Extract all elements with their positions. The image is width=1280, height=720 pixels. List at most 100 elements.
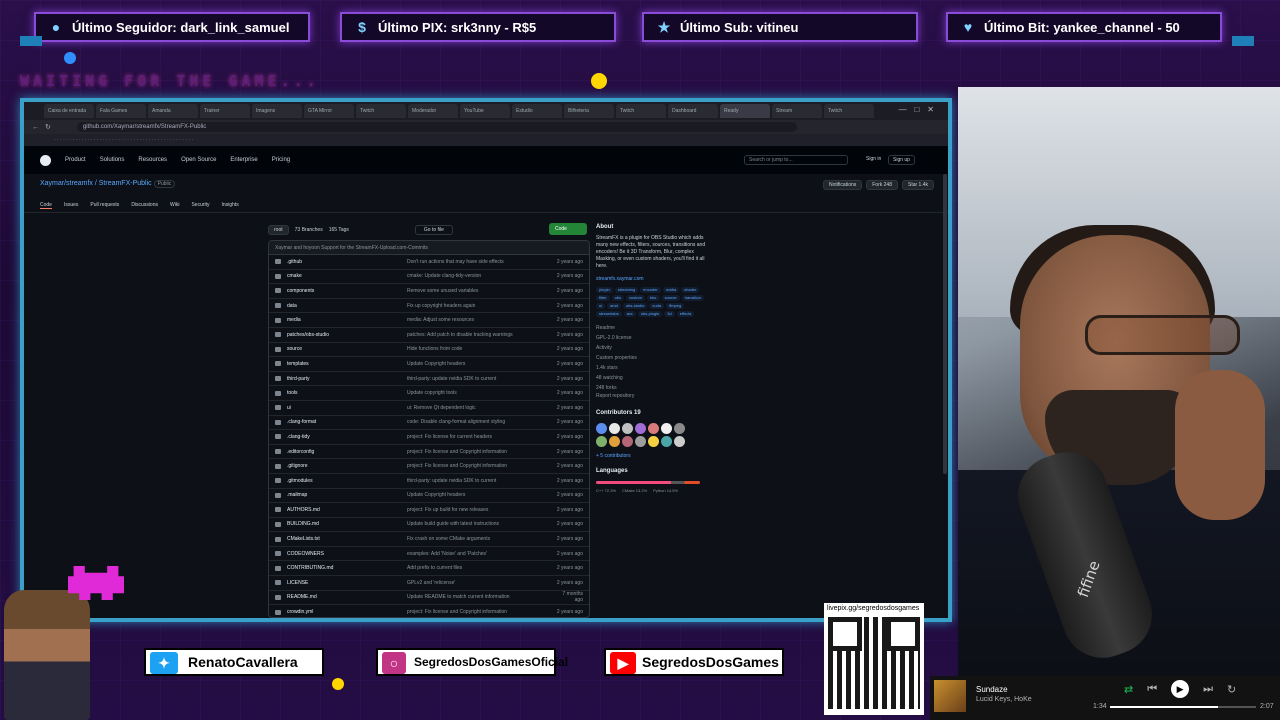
browser-tab[interactable]: Imagens: [252, 104, 302, 118]
file-name[interactable]: CONTRIBUTING.md: [287, 565, 407, 571]
browser-tab[interactable]: Estudio: [512, 104, 562, 118]
progress-bar[interactable]: [1110, 706, 1256, 708]
commit-message[interactable]: Hide functions from code: [407, 346, 553, 352]
browser-tab[interactable]: Stream: [772, 104, 822, 118]
nav-open-source[interactable]: Open Source: [181, 157, 216, 163]
topic-tag[interactable]: 3d: [664, 311, 675, 317]
tab-discussions[interactable]: Discussions: [131, 202, 158, 209]
tab-code[interactable]: Code: [40, 202, 52, 209]
commit-message[interactable]: examples: Add 'Noise' and 'Patches': [407, 551, 553, 557]
file-row[interactable]: media media: Adjust some resources 2 years…: [269, 313, 589, 328]
browser-tab[interactable]: Dashboard: [668, 104, 718, 118]
file-name[interactable]: .github: [287, 259, 407, 265]
commit-message[interactable]: Update README to match current informati…: [407, 594, 553, 600]
file-name[interactable]: .mailmap: [287, 492, 407, 498]
browser-tab[interactable]: GTA Mirror: [304, 104, 354, 118]
commit-message[interactable]: GPLv2 and 'relicense': [407, 580, 553, 586]
browser-tab-active[interactable]: Ready: [720, 104, 770, 118]
file-name[interactable]: templates: [287, 361, 407, 367]
topic-tag[interactable]: nvidia: [662, 287, 680, 293]
commit-message[interactable]: Don't run actions that may have side eff…: [407, 259, 553, 265]
file-name[interactable]: CODEOWNERS: [287, 551, 407, 557]
file-name[interactable]: CMakeLists.txt: [287, 536, 407, 542]
page-scrollbar[interactable]: [943, 174, 947, 474]
tab-issues[interactable]: Issues: [64, 202, 78, 209]
file-row[interactable]: templates Update Copyright headers 2 years…: [269, 357, 589, 372]
commit-message[interactable]: third-party: update nvidia SDK to curren…: [407, 376, 553, 382]
file-row[interactable]: tools Update copyright tools 2 years ago: [269, 386, 589, 401]
topic-tag[interactable]: shader: [681, 287, 700, 293]
file-name[interactable]: tools: [287, 390, 407, 396]
tab-pull-requests[interactable]: Pull requests: [90, 202, 119, 209]
contributor-avatar[interactable]: [609, 423, 620, 434]
topic-tag[interactable]: cuda: [649, 303, 665, 309]
topic-tag[interactable]: streamlabs: [596, 311, 622, 317]
topic-tag[interactable]: ffmpeg: [666, 303, 685, 309]
browser-tab[interactable]: Twitch: [356, 104, 406, 118]
file-name[interactable]: media: [287, 317, 407, 323]
file-name[interactable]: third-party: [287, 376, 407, 382]
browser-tab[interactable]: Twitch: [824, 104, 874, 118]
commit-message[interactable]: Update Copyright headers: [407, 492, 553, 498]
nav-solutions[interactable]: Solutions: [100, 157, 125, 163]
file-row[interactable]: third-party third-party: update nvidia SD…: [269, 372, 589, 387]
browser-tab[interactable]: Moderador: [408, 104, 458, 118]
commit-message[interactable]: project: Fix license for current headers: [407, 434, 553, 440]
more-contributors-link[interactable]: + 5 contributors: [596, 453, 706, 460]
fork-button[interactable]: Fork 248: [866, 180, 898, 190]
file-name[interactable]: data: [287, 303, 407, 309]
browser-tab[interactable]: Bilheteria: [564, 104, 614, 118]
file-name[interactable]: .clang-format: [287, 419, 407, 425]
commit-message[interactable]: project: Fix license and Copyright infor…: [407, 463, 553, 469]
commit-message[interactable]: project: Fix license and Copyright infor…: [407, 449, 553, 455]
repeat-icon[interactable]: ↻: [1227, 683, 1236, 696]
topic-tag[interactable]: obs-plugin: [637, 311, 663, 317]
commit-message[interactable]: Fix up copyright headers again: [407, 303, 553, 309]
repo-meta-item[interactable]: Readme: [596, 323, 706, 333]
file-name[interactable]: AUTHORS.md: [287, 507, 407, 513]
contributor-avatar[interactable]: [609, 436, 620, 447]
browser-tab[interactable]: YouTube: [460, 104, 510, 118]
window-controls[interactable]: —□✕: [898, 105, 942, 114]
notifications-button[interactable]: Notifications: [823, 180, 863, 190]
topic-tag[interactable]: encoder: [640, 287, 661, 293]
topic-tag[interactable]: avc: [623, 311, 636, 317]
file-name[interactable]: README.md: [287, 594, 407, 600]
contributor-avatar[interactable]: [674, 423, 685, 434]
contributor-avatar[interactable]: [661, 423, 672, 434]
contributor-avatar[interactable]: [622, 436, 633, 447]
repo-meta-item[interactable]: GPL-2.0 license: [596, 333, 706, 343]
commit-message[interactable]: Add prefix to current files: [407, 565, 553, 571]
go-to-file-input[interactable]: Go to file: [414, 225, 453, 235]
reload-icon[interactable]: ↻: [45, 123, 51, 131]
contributor-avatar[interactable]: [674, 436, 685, 447]
commit-message[interactable]: project: Fix up build for new releases: [407, 507, 553, 513]
contributor-avatar[interactable]: [596, 423, 607, 434]
github-search-input[interactable]: Search or jump to...: [744, 155, 848, 165]
commit-message[interactable]: Update copyright tools: [407, 390, 553, 396]
file-name[interactable]: .editorconfig: [287, 449, 407, 455]
topic-tag[interactable]: source: [661, 295, 680, 301]
commit-message[interactable]: project: Fix license and Copyright infor…: [407, 609, 553, 615]
file-row[interactable]: .gitignore project: Fix license and Copyr…: [269, 459, 589, 474]
file-row[interactable]: crowdin.yml project: Fix license and Copy…: [269, 605, 589, 617]
browser-tab[interactable]: Fala Games: [96, 104, 146, 118]
tags-link[interactable]: 165 Tags: [329, 227, 349, 233]
contributor-avatar[interactable]: [635, 436, 646, 447]
file-name[interactable]: source: [287, 346, 407, 352]
file-name[interactable]: crowdin.yml: [287, 609, 407, 615]
commit-message[interactable]: code: Disable clang-format alignment sty…: [407, 419, 553, 425]
commit-message[interactable]: Fix crash on some CMake arguments: [407, 536, 553, 542]
homepage-link[interactable]: streamfx.xaymar.com: [596, 276, 706, 283]
repo-name-link[interactable]: StreamFX-Public: [99, 180, 152, 187]
file-row[interactable]: cmake cmake: Update clang-tidy-version 2 y…: [269, 270, 589, 285]
commit-message[interactable]: Update Copyright headers: [407, 361, 553, 367]
contributor-avatar[interactable]: [648, 423, 659, 434]
nav-product[interactable]: Product: [65, 157, 86, 163]
repo-meta-item[interactable]: 248 forks: [596, 383, 706, 393]
file-row[interactable]: CMakeLists.txt Fix crash on some CMake ar…: [269, 532, 589, 547]
file-name[interactable]: LICENSE: [287, 580, 407, 586]
file-row[interactable]: .github Don't run actions that may have s…: [269, 255, 589, 270]
url-field[interactable]: github.com/Xaymar/streamfx/StreamFX-Publ…: [76, 122, 797, 132]
browser-tab[interactable]: Trainer: [200, 104, 250, 118]
